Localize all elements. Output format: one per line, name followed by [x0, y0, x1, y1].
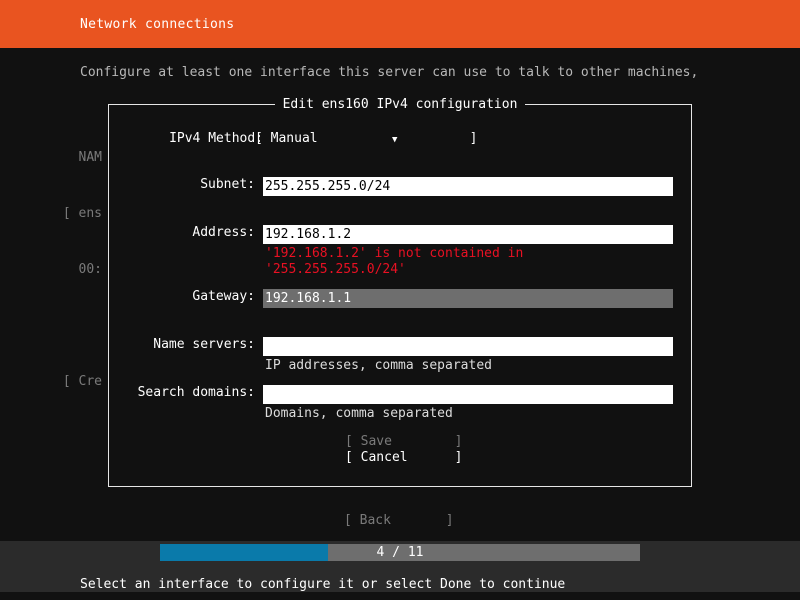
intro-description: Configure at least one interface this se…	[80, 65, 698, 81]
address-field-wrap: 192.168.1.2	[263, 225, 673, 244]
search-domains-field-wrap	[263, 385, 673, 404]
label-gateway: Gateway:	[109, 289, 255, 305]
list-item: [ ens	[0, 206, 108, 230]
page-title: Network connections	[80, 17, 234, 33]
field-row-search-domains: Search domains:	[109, 385, 693, 405]
progress-bar-label: 4 / 11	[160, 545, 640, 561]
field-row-gateway: Gateway: 192.168.1.1	[109, 289, 693, 309]
ipv4-method-value: Manual	[271, 131, 318, 146]
field-row-ipv4-method: IPv4 Method: [ Manual ▼]	[109, 131, 693, 151]
gateway-input[interactable]: 192.168.1.1	[263, 289, 673, 308]
ipv4-method-select[interactable]: [ Manual ▼]	[255, 131, 477, 147]
list-item: NAM	[0, 150, 108, 174]
edit-ipv4-configuration-dialog: IPv4 Method: [ Manual ▼] Subnet: 255.255.…	[108, 104, 692, 487]
list-item: 00:	[0, 262, 108, 286]
name-servers-hint: IP addresses, comma separated	[265, 358, 492, 374]
label-name-servers: Name servers:	[109, 337, 255, 353]
footer-strip	[0, 592, 800, 600]
field-row-name-servers: Name servers:	[109, 337, 693, 357]
save-button[interactable]: [ Save ]	[345, 434, 462, 450]
ipv4-method-select-box[interactable]: [ Manual ▼]	[255, 131, 477, 146]
gateway-field-wrap: 192.168.1.1	[263, 289, 673, 308]
label-address: Address:	[109, 225, 255, 241]
name-servers-field-wrap	[263, 337, 673, 356]
list-item-spacer	[0, 318, 108, 342]
address-validation-error-line2: '255.255.255.0/24'	[265, 262, 406, 278]
label-subnet: Subnet:	[109, 177, 255, 193]
search-domains-hint: Domains, comma separated	[265, 406, 453, 422]
select-close-bracket: ]	[470, 131, 478, 146]
subnet-field-wrap: 255.255.255.0/24	[263, 177, 673, 196]
background-interface-list: NAM [ ens 00: [ Cre	[0, 118, 108, 414]
address-validation-error-line1: '192.168.1.2' is not contained in	[265, 246, 523, 262]
select-open-bracket: [	[255, 131, 271, 146]
field-row-address: Address: 192.168.1.2	[109, 225, 693, 245]
label-search-domains: Search domains:	[109, 385, 255, 401]
list-item: [ Cre	[0, 374, 108, 398]
status-hint-text: Select an interface to configure it or s…	[80, 577, 565, 593]
name-servers-input[interactable]	[263, 337, 673, 356]
label-ipv4-method: IPv4 Method:	[117, 131, 263, 147]
chevron-down-icon[interactable]: ▼	[392, 132, 397, 148]
back-button[interactable]: [ Back ]	[344, 513, 454, 529]
address-input[interactable]: 192.168.1.2	[263, 225, 673, 244]
search-domains-input[interactable]	[263, 385, 673, 404]
subnet-input[interactable]: 255.255.255.0/24	[263, 177, 673, 196]
cancel-button[interactable]: [ Cancel ]	[345, 450, 462, 466]
field-row-subnet: Subnet: 255.255.255.0/24	[109, 177, 693, 197]
